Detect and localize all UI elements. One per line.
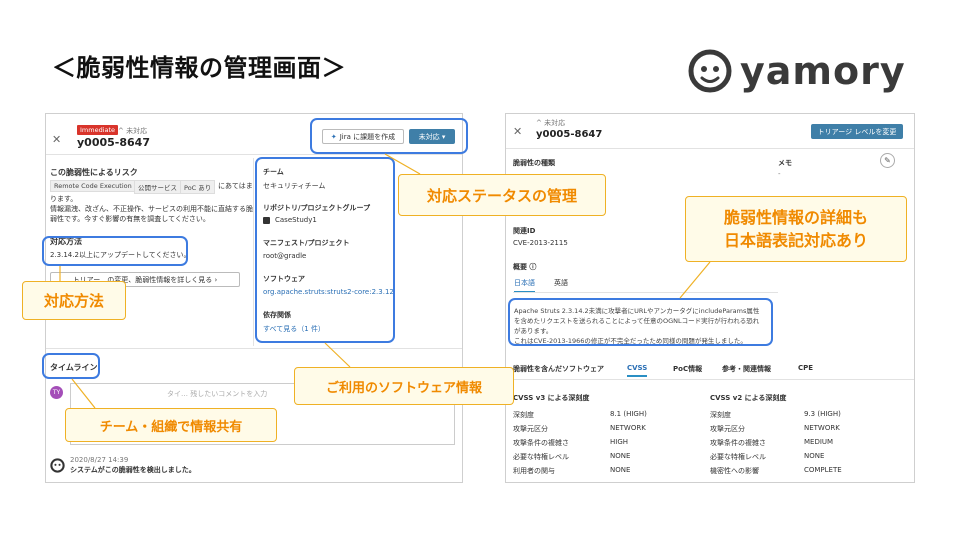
cvss3-key: 深刻度: [513, 411, 534, 419]
slide-title: ＜脆弱性情報の管理画面＞: [52, 54, 346, 82]
memo-value: -: [778, 170, 781, 178]
cvss3-key: 必要な特権レベル: [513, 453, 569, 461]
risk-chip: PoC あり: [180, 180, 216, 194]
cvss3-value: 8.1 (HIGH): [610, 410, 647, 418]
cvss2-key: 攻撃条件の複雑さ: [710, 439, 766, 447]
cvss3-value: NONE: [610, 466, 631, 474]
risk-heading: この脆弱性によるリスク: [50, 168, 138, 177]
header-divider: [46, 154, 462, 155]
vuln-id: y0005-8647: [536, 129, 603, 140]
risk-text-tail: にあてはま: [218, 182, 253, 190]
highlight-fix-method: [42, 236, 188, 266]
priority-badge: Immediate: [77, 125, 119, 135]
brand-logo: yamory: [688, 46, 906, 96]
cvss2-key: 必要な特権レベル: [710, 453, 766, 461]
tab-cpe[interactable]: CPE: [798, 364, 813, 372]
overview-label: 概要 ⓘ: [513, 263, 537, 271]
tabs-divider: [506, 379, 914, 380]
avatar: TY: [50, 386, 63, 399]
vuln-id: y0005-8647: [77, 136, 150, 149]
cvss3-value: HIGH: [610, 438, 629, 446]
cvss2-value: 9.3 (HIGH): [804, 410, 841, 418]
column-divider: [253, 158, 254, 346]
log-text: システムがこの脆弱性を検出しました。: [70, 466, 196, 474]
related-id-value: CVE-2013-2115: [513, 239, 568, 247]
related-id-label: 関連ID: [513, 227, 536, 235]
cvss2-key: 機密性への影響: [710, 467, 759, 475]
risk-chip: Remote Code Execution: [50, 180, 136, 192]
tab-english[interactable]: 英語: [554, 278, 568, 288]
close-icon[interactable]: ✕: [52, 133, 61, 146]
risk-text: 情報漏洩、改ざん、不正操作、サービスの利用不能に直結する脆: [50, 205, 253, 213]
memo-label: メモ: [778, 159, 792, 167]
highlight-timeline: [42, 353, 100, 379]
callout-detail-line: 日本語表記対応あり: [723, 231, 868, 250]
cvss2-key: 深刻度: [710, 411, 731, 419]
log-time: 2020/8/27 14:39: [70, 456, 129, 464]
callout-method: 対応方法: [22, 281, 126, 320]
tab-japanese[interactable]: 日本語: [514, 278, 535, 293]
callout-detail: 脆弱性情報の詳細も 日本語表記対応あり: [685, 196, 907, 262]
yamory-logo-icon: [50, 458, 65, 473]
highlight-software-info: [255, 157, 395, 343]
cvss3-key: 攻撃条件の複雑さ: [513, 439, 569, 447]
close-icon[interactable]: ✕: [513, 125, 522, 138]
cvss2-key: 攻撃元区分: [710, 425, 745, 433]
cvss3-value: NETWORK: [610, 424, 646, 432]
brand-name: yamory: [740, 49, 906, 93]
tab-underline: [513, 292, 778, 293]
timeline-divider: [46, 348, 462, 349]
status-small: ^ 未対応: [118, 127, 148, 135]
risk-text: 弱性です。今すぐ影響の有無を調査してください。: [50, 215, 210, 223]
risk-chip: 公開サービス: [134, 180, 181, 194]
cvss2-value: NONE: [804, 452, 825, 460]
cvss3-key: 利用者の関与: [513, 467, 555, 475]
type-label: 脆弱性の種類: [513, 159, 555, 167]
triage-change-button[interactable]: トリアージ レベルを変更: [811, 124, 903, 139]
cvss2-heading: CVSS v2 による深刻度: [710, 394, 787, 402]
tab-references[interactable]: 参考・関連情報: [722, 364, 771, 374]
callout-status: 対応ステータスの管理: [398, 174, 606, 216]
callout-share: チーム・組織で情報共有: [65, 408, 277, 442]
callout-software: ご利用のソフトウェア情報: [294, 367, 514, 405]
highlight-status-buttons: [310, 118, 468, 154]
risk-text: ります。: [50, 195, 78, 203]
tab-poc[interactable]: PoC情報: [673, 364, 702, 374]
comment-placeholder: タイ… 残したいコメントを入力: [167, 390, 268, 398]
cvss2-value: MEDIUM: [804, 438, 834, 446]
edit-memo-icon[interactable]: ✎: [880, 153, 895, 168]
cvss2-value: COMPLETE: [804, 466, 842, 474]
cvss3-value: NONE: [610, 452, 631, 460]
highlight-description: [508, 298, 773, 346]
yamory-logo-icon: [688, 49, 732, 93]
status-small: ^ 未対応: [536, 119, 566, 127]
cvss2-value: NETWORK: [804, 424, 840, 432]
cvss3-key: 攻撃元区分: [513, 425, 548, 433]
header-divider: [506, 148, 914, 149]
callout-detail-line: 脆弱性情報の詳細も: [723, 207, 868, 227]
cvss3-heading: CVSS v3 による深刻度: [513, 394, 590, 402]
tab-cvss[interactable]: CVSS: [627, 364, 648, 377]
tab-affected-software[interactable]: 脆弱性を含んだソフトウェア: [513, 364, 604, 374]
